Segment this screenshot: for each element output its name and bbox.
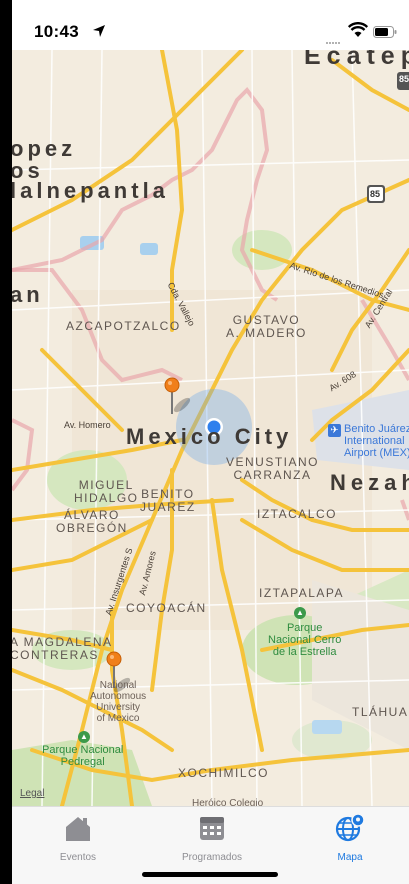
tab-programados[interactable]: Programados	[152, 813, 272, 863]
label-tlahuac: TLÁHUAC	[352, 705, 409, 719]
label-magdalena-contreras: A MAGDALENA CONTRERAS	[12, 635, 113, 662]
label-alvaro-obregon: ÁLVARO OBREGÓN	[56, 508, 128, 535]
label-nezahualcoyotl: Nezah	[330, 470, 409, 495]
park-icon: ▲	[78, 730, 90, 743]
battery-icon	[373, 26, 397, 38]
cellular-signal-icon	[326, 31, 341, 49]
location-arrow-icon	[93, 25, 105, 37]
label-azcapotzalco: AZCAPOTZALCO	[66, 319, 181, 333]
label-tlalnepantla: lalnepantla	[12, 178, 169, 203]
label-an: an	[12, 282, 44, 307]
home-indicator	[142, 872, 278, 877]
tab-mapa[interactable]: Mapa	[290, 813, 409, 863]
tab-label: Eventos	[59, 852, 97, 863]
airport-icon: ✈	[328, 424, 341, 437]
status-time: 10:43	[34, 22, 79, 41]
house-icon	[66, 817, 90, 841]
calendar-grid-icon	[200, 817, 224, 840]
legal-link[interactable]: Legal	[20, 788, 44, 799]
status-bar: 10:43	[12, 0, 409, 50]
tab-eventos[interactable]: Eventos	[18, 813, 138, 863]
label-xochimilco: XOCHIMILCO	[178, 766, 270, 780]
label-coyoacan: COYOACÁN	[126, 601, 207, 615]
label-cerro-estrella: Parque Nacional Cerro de la Estrella	[268, 622, 342, 658]
label-ecatepec: Ecatepe	[304, 50, 409, 70]
event-pin-icon[interactable]	[162, 376, 182, 416]
label-benito-juarez: BENITO JUAREZ	[140, 487, 196, 514]
label-venustiano-carranza: VENUSTIANO CARRANZA	[226, 455, 320, 482]
highway-shield-85-top: 85	[399, 74, 409, 84]
label-heroico: Heróico Colegio	[192, 798, 264, 806]
label-mexico-city: Mexico City	[126, 424, 293, 449]
label-unam: National Autonomous University of Mexico	[90, 680, 147, 724]
wifi-icon	[348, 22, 368, 37]
label-iztapalapa: IZTAPALAPA	[259, 586, 345, 600]
highway-shield-85: 85	[370, 189, 381, 199]
tab-label: Mapa	[337, 852, 363, 863]
label-iztacalco: IZTACALCO	[257, 507, 337, 521]
label-av-homero: Av. Homero	[64, 420, 111, 430]
park-icon: ▲	[294, 606, 306, 619]
map-view[interactable]: 85 85 Ecatepe opez os lalnepantla an AZC…	[12, 50, 409, 806]
label-pedregal: Parque Nacional Pedregal	[42, 744, 124, 768]
label-airport: Benito Juárez International Airport (MEX…	[344, 423, 409, 459]
label-miguel-hidalgo: MIGUEL HIDALGO	[74, 478, 139, 505]
label-gustavo-madero: GUSTAVO A. MADERO	[226, 313, 307, 340]
tab-label: Programados	[181, 852, 243, 863]
device-screen: 10:43 85 85 Ecate opez os lalnepantla an…	[12, 0, 409, 884]
globe-pin-icon	[335, 813, 365, 842]
